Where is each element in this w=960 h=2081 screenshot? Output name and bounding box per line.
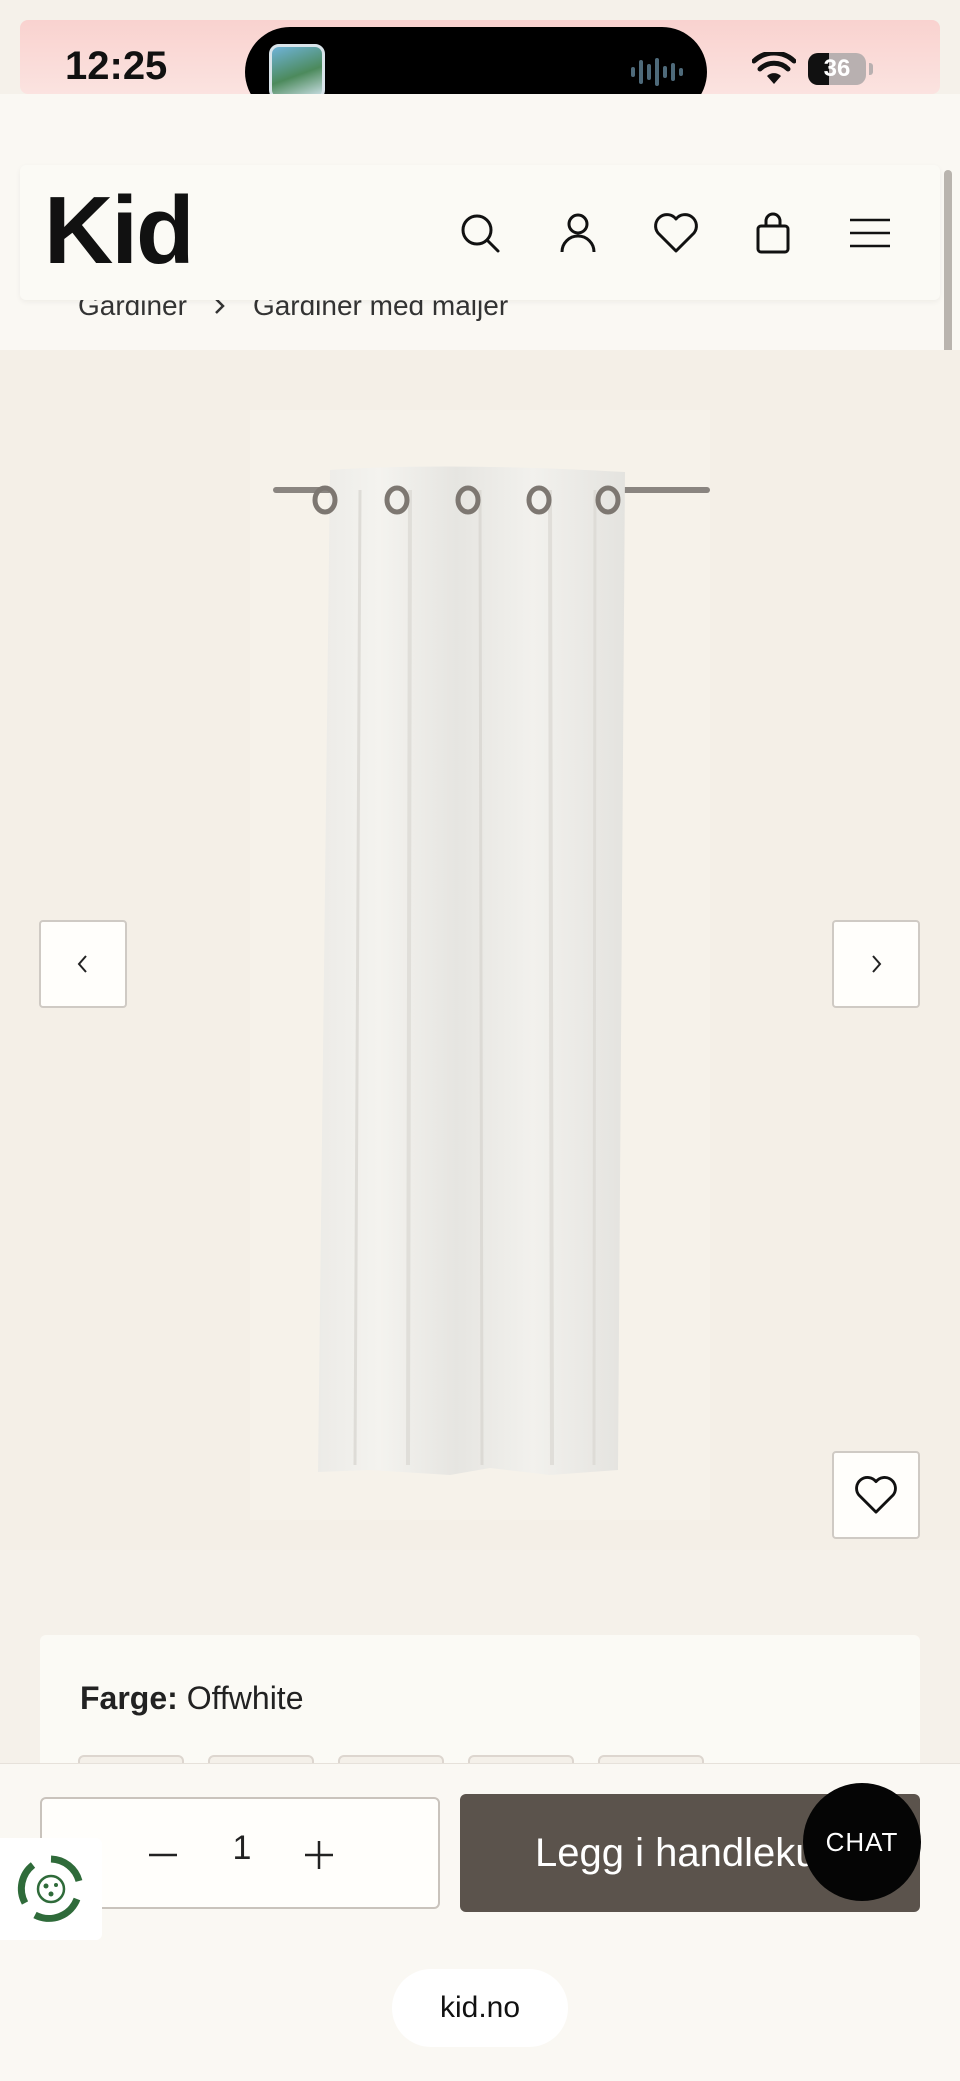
decrease-quantity-button[interactable] — [133, 1825, 193, 1885]
battery-icon: 36 — [808, 53, 866, 85]
heart-icon — [855, 1476, 897, 1514]
minus-icon — [149, 1853, 177, 1857]
chevron-left-icon — [77, 955, 87, 973]
chat-button[interactable]: CHAT — [803, 1783, 921, 1901]
search-icon[interactable] — [452, 205, 508, 261]
now-playing-artwork — [269, 44, 325, 100]
audio-waveform-icon — [631, 57, 683, 87]
next-image-button[interactable] — [832, 920, 920, 1008]
site-header: Kid — [20, 165, 940, 300]
product-image[interactable] — [250, 410, 710, 1520]
quantity-value[interactable]: 1 — [222, 1829, 262, 1868]
url-bar[interactable]: kid.no — [392, 1969, 568, 2047]
heart-icon[interactable] — [648, 205, 704, 261]
battery-tip — [869, 63, 873, 75]
logo[interactable]: Kid — [44, 181, 195, 281]
status-time: 12:25 — [65, 44, 168, 88]
add-to-wishlist-button[interactable] — [832, 1451, 920, 1539]
chevron-right-icon — [872, 955, 882, 973]
battery-level: 36 — [823, 55, 851, 82]
shopping-bag-icon[interactable] — [745, 205, 801, 261]
curtain-illustration — [273, 466, 710, 1475]
recycle-icon — [17, 1855, 83, 1922]
increase-quantity-button[interactable] — [289, 1825, 349, 1885]
menu-icon[interactable] — [842, 205, 898, 261]
wifi-icon — [752, 52, 796, 84]
account-icon[interactable] — [550, 205, 606, 261]
color-label: Farge: Offwhite — [80, 1680, 303, 1717]
color-label-title: Farge: — [80, 1680, 178, 1716]
eco-badge[interactable] — [0, 1838, 102, 1940]
color-value: Offwhite — [186, 1680, 304, 1716]
previous-image-button[interactable] — [39, 920, 127, 1008]
plus-icon — [305, 1841, 333, 1869]
